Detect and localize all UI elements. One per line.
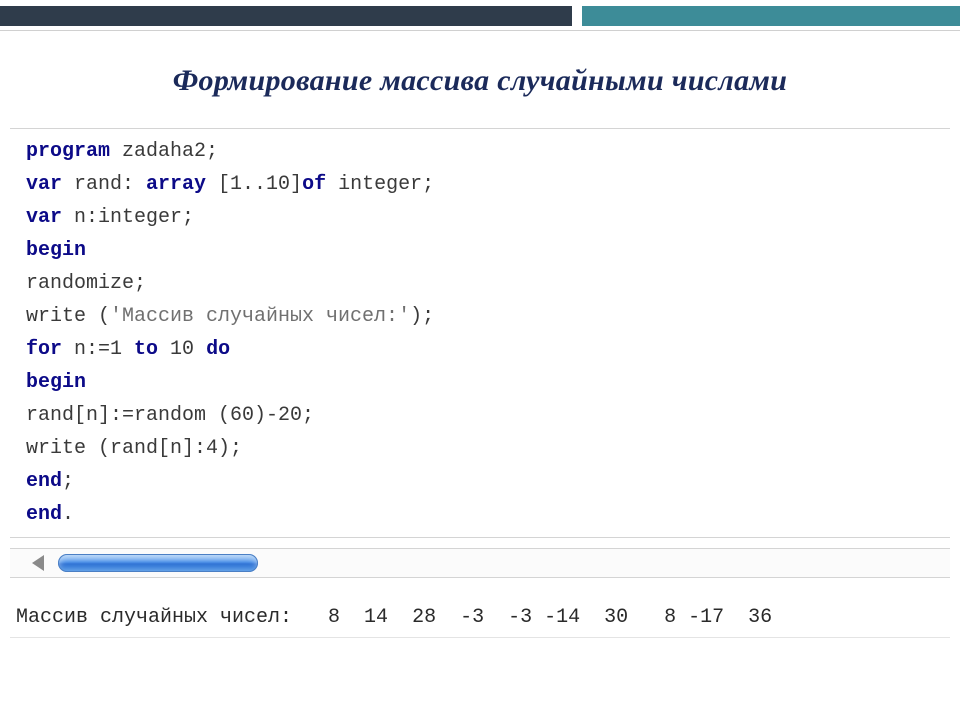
code-token: var: [26, 206, 74, 229]
code-editor-pane: program zadaha2;var rand: array [1..10]o…: [10, 128, 950, 538]
code-token: of: [302, 173, 338, 196]
top-bar-left: [0, 6, 572, 26]
code-line: program zadaha2;: [26, 135, 942, 168]
code-token: n:=1: [74, 338, 134, 361]
code-line: for n:=1 to 10 do: [26, 333, 942, 366]
code-line: var rand: array [1..10]of integer;: [26, 168, 942, 201]
code-text: program zadaha2;var rand: array [1..10]o…: [10, 129, 950, 537]
code-line: end.: [26, 498, 942, 531]
horizontal-scrollbar[interactable]: [10, 548, 950, 578]
code-token: begin: [26, 371, 86, 394]
top-bar-divider: [0, 30, 960, 31]
code-token: write (: [26, 305, 110, 328]
scroll-left-arrow-icon[interactable]: [32, 555, 44, 571]
code-line: rand[n]:=random (60)-20;: [26, 399, 942, 432]
code-token: to: [134, 338, 170, 361]
code-token: zadaha2;: [122, 140, 218, 163]
code-line: end;: [26, 465, 942, 498]
code-token: for: [26, 338, 74, 361]
code-token: [1..10]: [218, 173, 302, 196]
code-token: );: [410, 305, 434, 328]
code-token: end: [26, 503, 62, 526]
code-token: 10: [170, 338, 206, 361]
code-token: integer;: [338, 173, 434, 196]
code-token: do: [206, 338, 230, 361]
code-token: rand:: [74, 173, 146, 196]
decorative-top-bar: [0, 0, 960, 34]
code-token: program: [26, 140, 122, 163]
code-token: ;: [62, 470, 74, 493]
scroll-thumb[interactable]: [58, 554, 258, 572]
slide-title: Формирование массива случайными числами: [0, 64, 960, 98]
code-token: rand[n]:=random (60)-20;: [26, 404, 314, 427]
code-token: n:integer;: [74, 206, 194, 229]
code-line: var n:integer;: [26, 201, 942, 234]
program-output: Массив случайных чисел: 8 14 28 -3 -3 -1…: [10, 602, 950, 638]
code-token: var: [26, 173, 74, 196]
code-line: write (rand[n]:4);: [26, 432, 942, 465]
code-token: 'Массив случайных чисел:': [110, 305, 410, 328]
code-token: array: [146, 173, 218, 196]
top-bar-right: [582, 6, 960, 26]
code-line: begin: [26, 366, 942, 399]
code-token: randomize;: [26, 272, 146, 295]
code-line: randomize;: [26, 267, 942, 300]
code-line: begin: [26, 234, 942, 267]
code-token: .: [62, 503, 74, 526]
code-line: write ('Массив случайных чисел:');: [26, 300, 942, 333]
code-token: end: [26, 470, 62, 493]
code-token: write (rand[n]:4);: [26, 437, 242, 460]
code-token: begin: [26, 239, 86, 262]
